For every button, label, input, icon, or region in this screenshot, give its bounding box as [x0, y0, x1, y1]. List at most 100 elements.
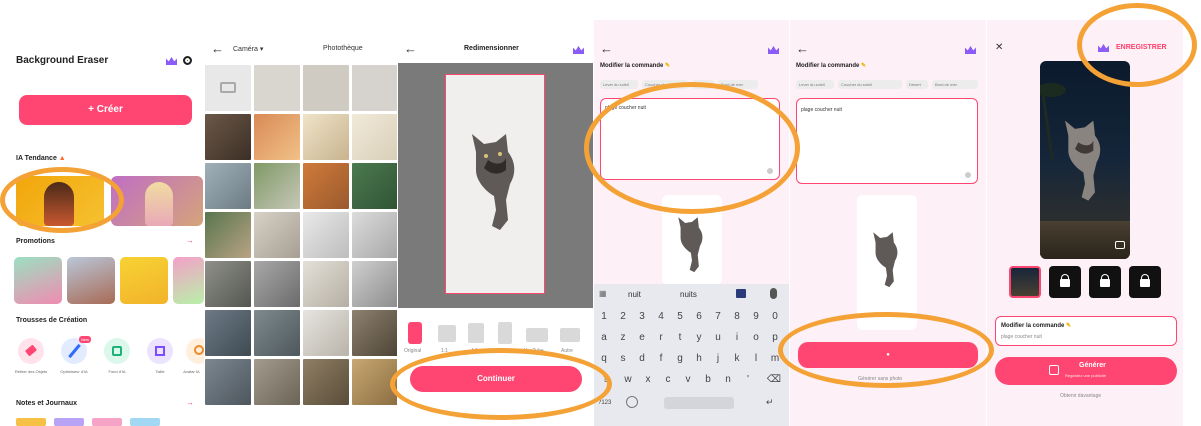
emoji-key-icon[interactable] [626, 396, 638, 408]
key[interactable]: r [653, 332, 669, 343]
key[interactable]: 1 [596, 311, 612, 322]
avatar-icon[interactable] [186, 338, 204, 364]
photo-thumb[interactable] [205, 212, 251, 258]
generate-button[interactable]: Générer Regardez une publicité [995, 357, 1177, 385]
result-thumb-selected[interactable] [1009, 266, 1041, 298]
key[interactable]: p [767, 332, 783, 343]
key[interactable]: ' [740, 374, 756, 385]
photo-thumb[interactable] [303, 261, 349, 307]
save-button[interactable]: ENREGISTRER [1116, 44, 1167, 51]
premium-crown-icon[interactable] [166, 57, 177, 65]
eraser-icon[interactable] [18, 338, 44, 364]
photo-thumb[interactable] [352, 163, 397, 209]
microphone-icon[interactable] [770, 288, 777, 299]
space-key[interactable] [664, 397, 734, 409]
photo-thumb[interactable] [303, 163, 349, 209]
camera-tile[interactable] [205, 65, 251, 111]
promo-card-4[interactable] [173, 257, 204, 304]
trending-card-2[interactable] [111, 176, 203, 226]
photo-thumb[interactable] [205, 114, 251, 160]
generate-button[interactable]: ● [798, 342, 978, 368]
result-thumb-locked[interactable] [1049, 266, 1081, 298]
promo-card-2[interactable] [67, 257, 115, 304]
photo-thumb[interactable] [254, 310, 300, 356]
key[interactable]: i [729, 332, 745, 343]
suggestion-2[interactable]: nuits [680, 290, 697, 299]
back-arrow-icon[interactable]: ← [404, 41, 417, 56]
note-card-1[interactable] [16, 418, 46, 426]
premium-crown-icon[interactable] [768, 46, 779, 54]
note-card-3[interactable] [92, 418, 122, 426]
key[interactable]: c [660, 374, 676, 385]
emoji-suggestion-icon[interactable] [736, 289, 746, 298]
key[interactable]: g [672, 353, 688, 364]
photo-thumb[interactable] [254, 163, 300, 209]
note-card-4[interactable] [130, 418, 160, 426]
photo-thumb[interactable] [352, 212, 397, 258]
photo-thumb[interactable] [254, 65, 300, 111]
ratio-portrait-icon[interactable] [468, 323, 484, 343]
prompt-field[interactable]: Modifier la commande ✎ plage coucher nui… [995, 316, 1177, 346]
key[interactable]: s [615, 353, 631, 364]
photo-thumb[interactable] [205, 163, 251, 209]
trending-card-1[interactable] [16, 176, 104, 226]
photo-thumb[interactable] [352, 261, 397, 307]
ratio-square-icon[interactable] [438, 325, 456, 342]
key[interactable]: z [615, 332, 631, 343]
photo-thumb[interactable] [352, 310, 397, 356]
generate-footnote[interactable]: Générer sans photo [858, 376, 902, 382]
library-tab[interactable]: Photothèque [323, 45, 363, 52]
photo-thumb[interactable] [352, 114, 397, 160]
enter-key-icon[interactable]: ↵ [766, 397, 774, 408]
back-arrow-icon[interactable]: ← [600, 41, 613, 56]
photo-thumb[interactable] [205, 359, 251, 405]
keyboard-grid-icon[interactable]: ▦ [599, 289, 607, 298]
key[interactable]: 5 [672, 311, 688, 322]
key[interactable]: 0 [767, 311, 783, 322]
key[interactable]: y [691, 332, 707, 343]
image-background-icon[interactable] [104, 338, 130, 364]
photo-thumb[interactable] [303, 114, 349, 160]
ratio-story-icon[interactable] [498, 322, 512, 344]
promotions-arrow-icon[interactable]: → [186, 236, 194, 245]
key[interactable]: v [680, 374, 696, 385]
key[interactable]: n [720, 374, 736, 385]
photo-thumb[interactable] [303, 359, 349, 405]
photo-thumb[interactable] [352, 359, 397, 405]
prompt-chip[interactable]: Lever du soleil [796, 80, 834, 89]
back-arrow-icon[interactable]: ← [211, 41, 224, 56]
photo-thumb[interactable] [205, 261, 251, 307]
photo-thumb[interactable] [254, 359, 300, 405]
shift-key-icon[interactable]: ⇧ [598, 374, 614, 385]
prompt-chip[interactable]: Coucher du soleil [838, 80, 902, 89]
premium-crown-icon[interactable] [965, 46, 976, 54]
key[interactable]: 9 [748, 311, 764, 322]
photo-thumb[interactable] [254, 212, 300, 258]
premium-crown-icon[interactable] [573, 46, 584, 54]
photo-thumb[interactable] [303, 212, 349, 258]
photo-thumb[interactable] [254, 261, 300, 307]
result-thumb-locked[interactable] [1129, 266, 1161, 298]
gear-icon[interactable] [183, 56, 192, 65]
album-selector[interactable]: Caméra ▾ [233, 45, 263, 53]
key[interactable]: b [700, 374, 716, 385]
backspace-key-icon[interactable]: ⌫ [766, 374, 782, 385]
prompt-chip[interactable]: Coucher du soleil [642, 80, 688, 89]
suggestion-1[interactable]: nuit [628, 290, 641, 299]
key[interactable]: 3 [634, 311, 650, 322]
mode-key[interactable]: ?123 [598, 400, 611, 406]
resize-frame[interactable] [445, 74, 545, 294]
result-thumb-locked[interactable] [1089, 266, 1121, 298]
clear-icon[interactable] [767, 168, 773, 174]
prompt-chip[interactable]: Bord de mer [718, 80, 758, 89]
key[interactable]: u [710, 332, 726, 343]
key[interactable]: f [653, 353, 669, 364]
key[interactable]: e [634, 332, 650, 343]
clear-icon[interactable] [965, 172, 971, 178]
key[interactable]: 8 [729, 311, 745, 322]
key[interactable]: a [596, 332, 612, 343]
prompt-chip[interactable]: Plage [692, 80, 714, 89]
key[interactable]: x [640, 374, 656, 385]
resize-icon[interactable] [147, 338, 173, 364]
compare-icon[interactable] [1115, 241, 1125, 249]
